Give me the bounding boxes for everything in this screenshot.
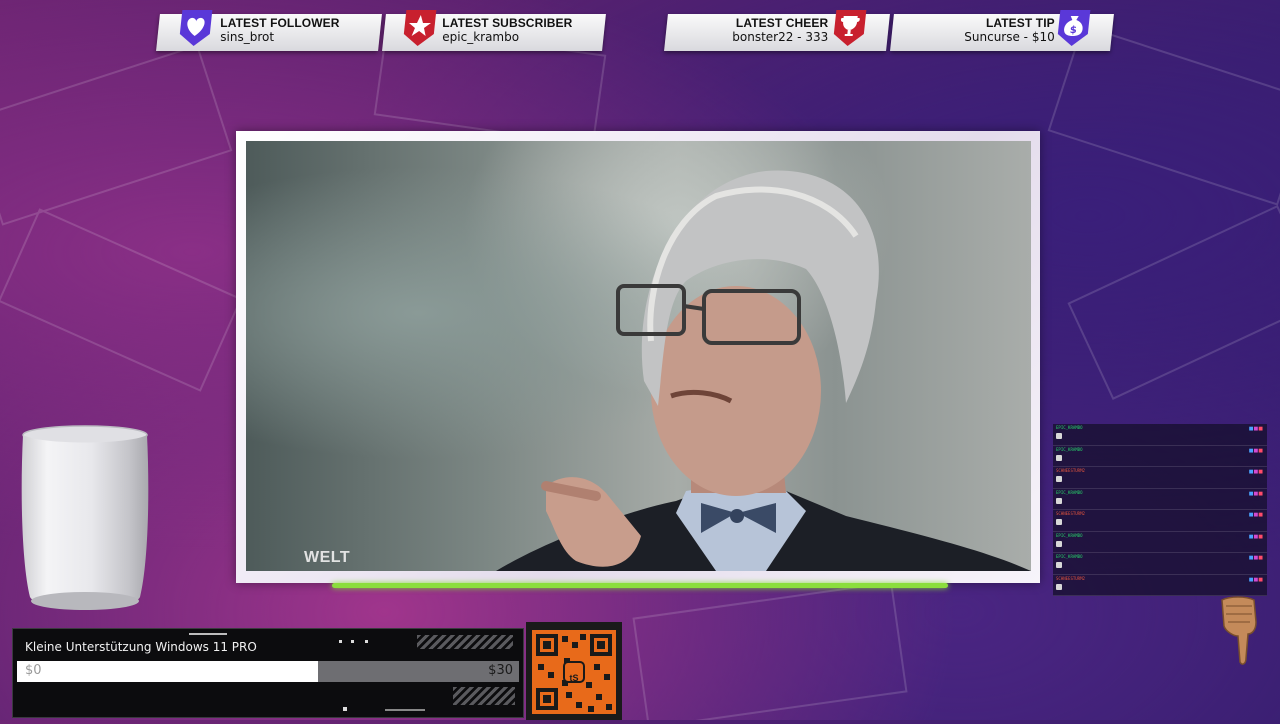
svg-text:$: $ bbox=[1069, 25, 1077, 36]
donation-goal-widget: Kleine Unterstützung Windows 11 PRO $0 $… bbox=[12, 628, 524, 718]
alert-value: sins_brot bbox=[220, 30, 275, 44]
chat-message: EPIC_KRAMBO ■■■ bbox=[1053, 553, 1267, 575]
chat-badges-icon: ■■■ bbox=[1248, 447, 1263, 454]
chat-username: SCHNEESTURM2 bbox=[1056, 511, 1085, 516]
alert-value: epic_krambo bbox=[442, 30, 520, 44]
pointing-hand-icon bbox=[1221, 596, 1257, 665]
chat-username: SCHNEESTURM2 bbox=[1056, 575, 1085, 581]
chat-badges-icon: ■■■ bbox=[1248, 490, 1263, 497]
latest-tip-panel: LATEST TIP Suncurse - $10 $ bbox=[890, 10, 1114, 51]
chat-emote-icon bbox=[1056, 519, 1062, 525]
star-icon bbox=[403, 10, 437, 46]
chat-emote-icon bbox=[1056, 583, 1062, 590]
alert-title: LATEST TIP bbox=[985, 16, 1055, 30]
chat-message: SCHNEESTURM2 ■■■ bbox=[1053, 467, 1267, 489]
chat-badges-icon: ■■■ bbox=[1248, 533, 1263, 540]
chat-emote-icon bbox=[1056, 433, 1062, 439]
speaker-figure bbox=[496, 170, 1031, 571]
chat-username: EPIC_KRAMBO bbox=[1056, 425, 1083, 430]
chat-username: EPIC_KRAMBO bbox=[1056, 446, 1083, 452]
chat-badges-icon: ■■■ bbox=[1248, 426, 1263, 432]
chat-message: SCHNEESTURM2 ■■■ bbox=[1053, 510, 1267, 532]
latest-cheer-panel: LATEST CHEER bonster22 - 333 bbox=[664, 10, 890, 51]
chat-message: EPIC_KRAMBO ■■■ bbox=[1053, 531, 1267, 553]
chat-badges-icon: ■■■ bbox=[1248, 576, 1263, 583]
goal-start-amount: $0 bbox=[25, 663, 42, 678]
chat-username: SCHNEESTURM2 bbox=[1056, 468, 1085, 473]
alert-title: LATEST FOLLOWER bbox=[220, 16, 340, 30]
qr-code-icon bbox=[532, 630, 616, 714]
chat-message: EPIC_KRAMBO ■■■ bbox=[1053, 488, 1267, 510]
chat-message: EPIC_KRAMBO ■■■ bbox=[1053, 424, 1267, 446]
chat-badges-icon: ■■■ bbox=[1248, 555, 1263, 561]
video-glow-line bbox=[332, 583, 948, 588]
alert-value: Suncurse - $10 bbox=[963, 30, 1055, 44]
trophy-icon bbox=[833, 10, 867, 46]
channel-watermark: WELT bbox=[304, 549, 351, 566]
chat-username: EPIC_KRAMBO bbox=[1056, 489, 1083, 495]
latest-subscriber-panel: LATEST SUBSCRIBER epic_krambo bbox=[382, 10, 606, 51]
goal-title: Kleine Unterstützung Windows 11 PRO bbox=[25, 640, 257, 654]
donation-qr-code[interactable]: tS bbox=[526, 622, 622, 720]
latest-follower-panel: LATEST FOLLOWER sins_brot bbox=[156, 10, 382, 51]
goal-progress-fill bbox=[17, 661, 319, 682]
chat-emote-icon bbox=[1056, 540, 1062, 547]
water-glass-image bbox=[21, 425, 149, 610]
chat-message: EPIC_KRAMBO ■■■ bbox=[1053, 445, 1267, 467]
chat-box: EPIC_KRAMBO ■■■ EPIC_KRAMBO ■■■ SCHNEESTURM2… bbox=[1053, 424, 1267, 596]
chat-emote-icon bbox=[1056, 454, 1062, 461]
chat-emote-icon bbox=[1056, 562, 1062, 568]
alert-title: LATEST CHEER bbox=[735, 16, 829, 30]
chat-username: EPIC_KRAMBO bbox=[1056, 554, 1083, 559]
heart-icon bbox=[179, 10, 213, 46]
chat-badges-icon: ■■■ bbox=[1248, 512, 1263, 518]
alert-title: LATEST SUBSCRIBER bbox=[442, 16, 573, 30]
video-player[interactable]: WELT bbox=[246, 141, 1031, 571]
chat-emote-icon bbox=[1056, 497, 1062, 504]
money-bag-icon: $ bbox=[1057, 10, 1091, 46]
chat-emote-icon bbox=[1056, 476, 1062, 482]
alert-value: bonster22 - 333 bbox=[732, 30, 829, 44]
goal-target-amount: $30 bbox=[488, 663, 513, 678]
qr-logo: tS bbox=[569, 673, 579, 683]
goal-progress-bar: $0 $30 bbox=[17, 661, 519, 682]
chat-badges-icon: ■■■ bbox=[1248, 469, 1263, 475]
chat-username: EPIC_KRAMBO bbox=[1056, 532, 1083, 538]
chat-message: SCHNEESTURM2 ■■■ bbox=[1053, 574, 1267, 596]
